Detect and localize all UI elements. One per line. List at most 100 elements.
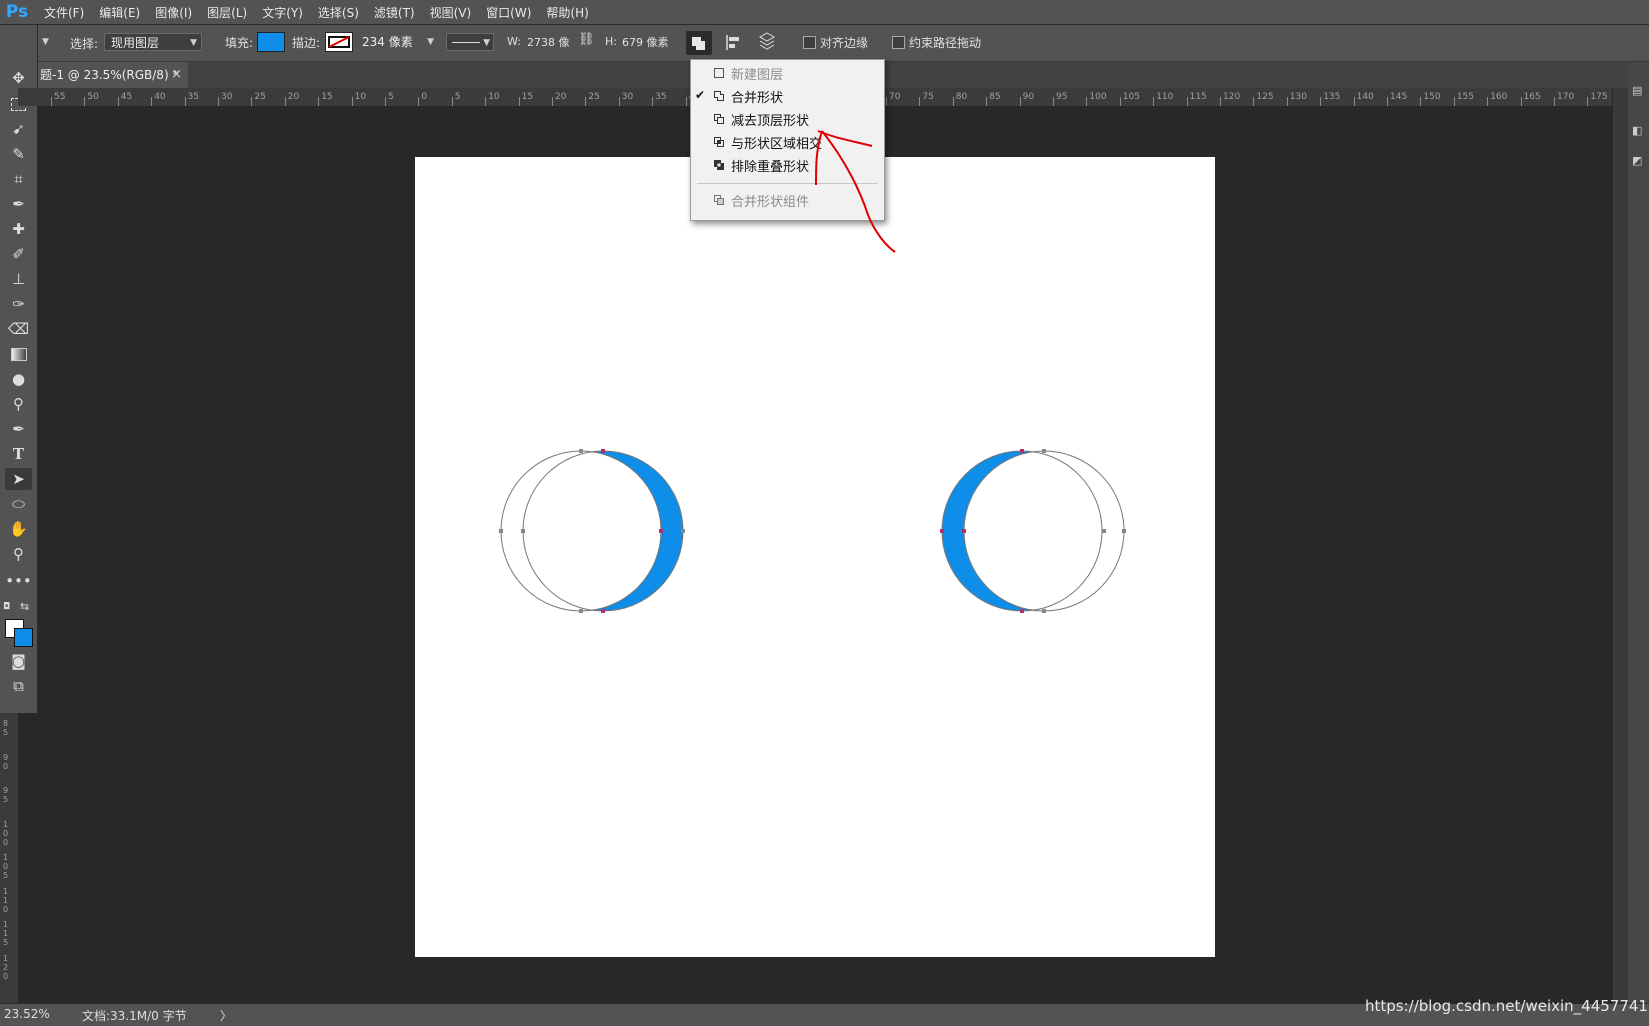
path-operations-button[interactable] [686, 31, 712, 55]
ruler-tick-label: 1 1 0 [3, 886, 9, 914]
more-tools-icon[interactable]: ••• [5, 570, 32, 592]
blur-tool-icon[interactable]: ● [5, 368, 32, 390]
ruler-tick-label: 25 [254, 92, 266, 102]
eyedropper-tool-icon[interactable]: ✒ [5, 193, 32, 215]
ruler-tick [218, 97, 219, 106]
menu-file[interactable]: 文件(F) [44, 4, 84, 21]
ruler-tick [685, 97, 687, 106]
menu-item-subtract-front-shape[interactable]: 减去顶层形状 [691, 108, 884, 130]
stroke-line-preview [452, 42, 480, 43]
path-alignment-icon[interactable] [724, 33, 744, 53]
menu-image[interactable]: 图像(I) [155, 4, 192, 21]
brush-tool-icon[interactable]: ✐ [5, 243, 32, 265]
panel-icon[interactable]: ◧ [1632, 124, 1642, 137]
screen-mode-icon[interactable]: ⧉ [5, 675, 32, 697]
close-icon[interactable]: × [171, 62, 182, 88]
menu-edit[interactable]: 编辑(E) [99, 4, 140, 21]
ruler-tick-label: 1 1 5 [3, 920, 9, 947]
ruler-tick [1320, 97, 1322, 106]
type-tool-icon[interactable]: T [5, 443, 32, 465]
select-dropdown[interactable]: 现用图层 ▼ [104, 33, 202, 51]
ruler-tick [1119, 97, 1121, 106]
status-menu-arrow-icon[interactable]: 〉 [220, 1007, 232, 1024]
ruler-tick-label: 50 [87, 92, 99, 102]
ruler-tick [1353, 97, 1355, 106]
stroke-width-field[interactable]: 234 像素 ▼ [356, 33, 438, 51]
menu-bar: Ps 文件(F) 编辑(E) 图像(I) 图层(L) 文字(Y) 选择(S) 滤… [0, 0, 1649, 25]
ellipse-tool-icon[interactable]: ⬭ [5, 493, 32, 515]
menu-filter[interactable]: 滤镜(T) [374, 4, 415, 21]
menu-view[interactable]: 视图(V) [430, 4, 472, 21]
gradient-tool-icon[interactable] [5, 343, 32, 365]
menu-help[interactable]: 帮助(H) [546, 4, 588, 21]
ruler-tick-label: 5 [454, 92, 461, 102]
menu-type[interactable]: 文字(Y) [262, 4, 303, 21]
ruler-tick-label: 160 [1490, 92, 1508, 102]
clone-stamp-tool-icon[interactable]: ⊥ [5, 268, 32, 290]
pen-tool-icon[interactable]: ✒ [5, 418, 32, 440]
menu-item-merge-shape-components[interactable]: 合并形状组件 [691, 189, 884, 211]
zoom-tool-icon[interactable]: ⚲ [5, 543, 32, 565]
width-label: W: [507, 35, 521, 48]
vertical-scrollbar[interactable] [1612, 88, 1629, 1003]
ruler-tick-label: 30 [621, 92, 634, 102]
move-tool-icon[interactable]: ✥ [5, 67, 32, 89]
photoshop-logo: Ps [5, 2, 29, 22]
document-canvas[interactable] [415, 157, 1215, 957]
path-selection-tool-icon[interactable]: ➤ [5, 468, 32, 490]
ruler-tick-label: 150 [1423, 92, 1441, 102]
menu-item-exclude-overlapping[interactable]: 排除重叠形状 [691, 154, 884, 176]
ruler-tick-label: 1 0 5 [3, 853, 9, 880]
ruler-tick [1186, 97, 1188, 106]
combine-shapes-icon [714, 91, 724, 101]
align-edges-checkbox[interactable] [803, 36, 816, 49]
eraser-tool-icon[interactable]: ⌫ [5, 318, 32, 340]
stroke-type-dropdown[interactable]: ▼ [446, 33, 494, 51]
ruler-tick-label: 155 [1456, 92, 1474, 102]
crop-tool-icon[interactable]: ⌗ [5, 168, 32, 190]
quick-mask-icon[interactable]: ◙ [5, 650, 32, 672]
ruler-tick-label: 10 [354, 92, 367, 102]
ruler-tick-label: 15 [321, 92, 333, 102]
ruler-tick [151, 97, 153, 106]
menu-select[interactable]: 选择(S) [318, 4, 359, 21]
zoom-level[interactable]: 23.52% [4, 1007, 50, 1021]
menu-window[interactable]: 窗口(W) [486, 4, 531, 21]
hand-tool-icon[interactable]: ✋ [5, 518, 32, 540]
ruler-tick-label: 30 [221, 92, 233, 102]
swap-colors-icon[interactable]: ⇆ [20, 600, 29, 613]
quick-select-tool-icon[interactable]: ✎ [5, 143, 32, 165]
document-tab[interactable]: 题-1 @ 23.5%(RGB/8) * × [38, 62, 188, 88]
ruler-tick-label: 1 2 0 [3, 953, 9, 981]
link-icon[interactable]: ⛓ [578, 32, 595, 47]
ruler-tick [518, 97, 520, 106]
menu-item-intersect-shapes[interactable]: 与形状区域相交 [691, 131, 884, 153]
background-color-swatch[interactable] [14, 628, 33, 647]
height-field[interactable]: 679 像素 [622, 34, 669, 50]
ruler-tick [117, 97, 119, 106]
lasso-tool-icon[interactable]: ➹ [5, 118, 32, 140]
constrain-path-checkbox[interactable] [892, 36, 905, 49]
stroke-label: 描边: [292, 36, 321, 50]
menu-layer[interactable]: 图层(L) [207, 4, 247, 21]
dodge-tool-icon[interactable]: ⚲ [5, 393, 32, 415]
fill-label: 填充: [225, 36, 254, 50]
chevron-down-icon[interactable]: ▼ [42, 37, 49, 47]
default-colors-icon[interactable]: ◘ [3, 602, 10, 612]
fill-color-swatch[interactable] [257, 32, 285, 52]
ruler-tick-label: 55 [54, 92, 66, 102]
ruler-tick [184, 97, 186, 106]
menu-item-new-layer[interactable]: 新建图层 [691, 62, 884, 84]
stroke-color-swatch[interactable] [325, 32, 353, 52]
checkmark-icon: ✔ [695, 88, 706, 102]
menu-item-combine-shapes[interactable]: ✔ 合并形状 [691, 85, 884, 107]
ruler-tick [1019, 97, 1021, 106]
width-field[interactable]: 2738 像 [527, 34, 570, 50]
panel-icon[interactable]: ◩ [1632, 154, 1642, 167]
path-arrangement-icon[interactable] [756, 31, 778, 53]
panel-icon[interactable]: ▤ [1632, 84, 1642, 97]
ruler-tick [1286, 97, 1288, 106]
healing-brush-tool-icon[interactable]: ✚ [5, 218, 32, 240]
history-brush-tool-icon[interactable]: ✑ [5, 293, 32, 315]
ruler-tick [585, 97, 587, 106]
